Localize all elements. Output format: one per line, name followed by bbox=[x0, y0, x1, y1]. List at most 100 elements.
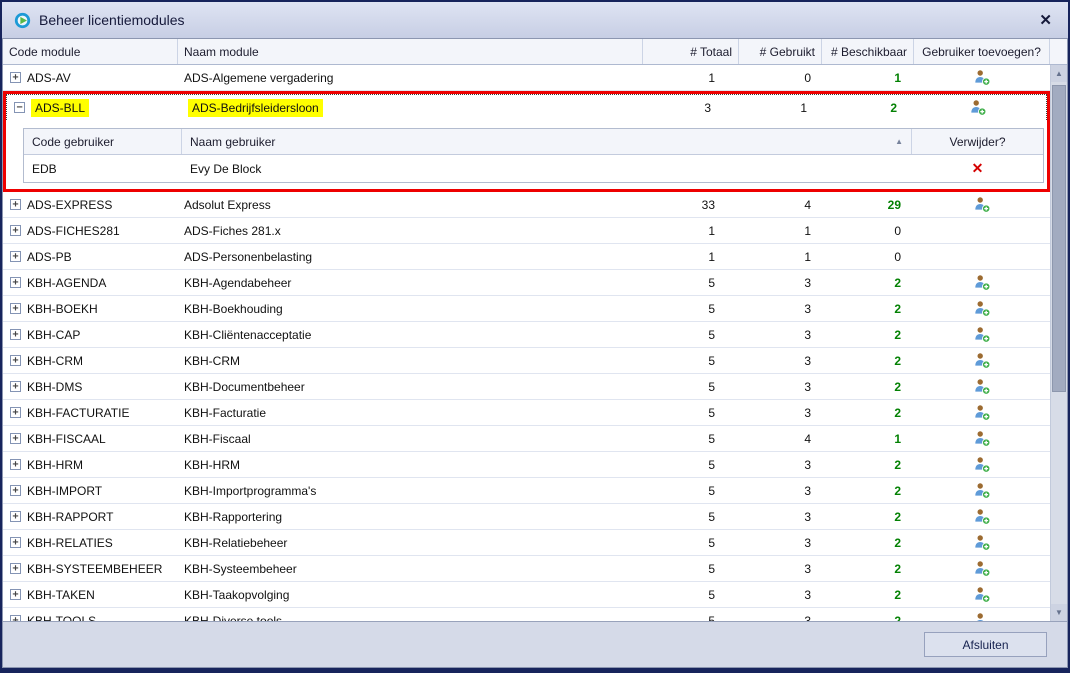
add-user-icon[interactable] bbox=[973, 456, 991, 473]
expand-toggle-icon[interactable]: + bbox=[10, 485, 21, 496]
expand-toggle-icon[interactable]: + bbox=[10, 511, 21, 522]
expand-toggle-icon[interactable]: + bbox=[10, 303, 21, 314]
column-header-code-gebruiker[interactable]: Code gebruiker bbox=[24, 129, 182, 154]
column-header-code-module[interactable]: Code module bbox=[3, 39, 178, 64]
table-row[interactable]: + KBH-BOEKH KBH-Boekhouding 5 3 2 bbox=[3, 296, 1050, 322]
table-row[interactable]: + ADS-AV ADS-Algemene vergadering 1 0 1 bbox=[3, 65, 1050, 91]
scrollbar-thumb[interactable] bbox=[1052, 85, 1066, 392]
expand-toggle-icon[interactable]: + bbox=[10, 563, 21, 574]
expand-toggle-icon[interactable]: + bbox=[10, 615, 21, 621]
column-header-naam-gebruiker[interactable]: Naam gebruiker ▲ bbox=[182, 129, 912, 154]
add-user-icon[interactable] bbox=[973, 196, 991, 213]
license-modules-grid: Code module Naam module # Totaal # Gebru… bbox=[3, 39, 1067, 621]
table-row[interactable]: + KBH-CRM KBH-CRM 5 3 2 bbox=[3, 348, 1050, 374]
add-user-icon[interactable] bbox=[969, 99, 987, 116]
app-logo-icon bbox=[14, 12, 31, 29]
cell-beschikbaar: 2 bbox=[822, 452, 914, 477]
add-user-icon[interactable] bbox=[973, 326, 991, 343]
module-code: KBH-FISCAAL bbox=[27, 432, 106, 446]
cell-beschikbaar: 2 bbox=[822, 270, 914, 295]
expand-toggle-icon[interactable]: + bbox=[10, 589, 21, 600]
add-user-icon[interactable] bbox=[973, 430, 991, 447]
add-user-icon[interactable] bbox=[973, 612, 991, 621]
table-row[interactable]: + KBH-SYSTEEMBEHEER KBH-Systeembeheer 5 … bbox=[3, 556, 1050, 582]
expand-toggle-icon[interactable]: + bbox=[10, 407, 21, 418]
scroll-up-icon[interactable]: ▲ bbox=[1051, 65, 1067, 82]
table-row[interactable]: + ADS-PB ADS-Personenbelasting 1 1 0 bbox=[3, 244, 1050, 270]
afsluiten-button[interactable]: Afsluiten bbox=[924, 632, 1047, 657]
expand-toggle-icon[interactable]: + bbox=[10, 381, 21, 392]
column-header-beschikbaar[interactable]: # Beschikbaar bbox=[822, 39, 914, 64]
expand-toggle-icon[interactable]: + bbox=[10, 251, 21, 262]
table-row[interactable]: + KBH-RAPPORT KBH-Rapportering 5 3 2 bbox=[3, 504, 1050, 530]
cell-beschikbaar: 2 bbox=[822, 296, 914, 321]
table-row[interactable]: + KBH-AGENDA KBH-Agendabeheer 5 3 2 bbox=[3, 270, 1050, 296]
table-row[interactable]: + KBH-HRM KBH-HRM 5 3 2 bbox=[3, 452, 1050, 478]
expand-toggle-icon[interactable]: + bbox=[10, 459, 21, 470]
add-user-icon[interactable] bbox=[973, 378, 991, 395]
user-row[interactable]: EDB Evy De Block ✕ bbox=[24, 155, 1043, 182]
cell-gebruikt: 4 bbox=[739, 426, 822, 451]
add-user-icon[interactable] bbox=[973, 69, 991, 86]
expand-toggle-icon[interactable]: + bbox=[10, 355, 21, 366]
expand-toggle-icon[interactable]: + bbox=[10, 537, 21, 548]
title-bar[interactable]: Beheer licentiemodules ✕ bbox=[2, 2, 1068, 38]
column-header-gebruiker-toevoegen[interactable]: Gebruiker toevoegen? bbox=[914, 39, 1050, 64]
expand-toggle-icon[interactable]: + bbox=[10, 329, 21, 340]
expand-toggle-icon[interactable]: + bbox=[10, 72, 21, 83]
cell-totaal: 5 bbox=[643, 530, 739, 555]
footer-bar: Afsluiten bbox=[3, 621, 1067, 667]
add-user-icon[interactable] bbox=[973, 274, 991, 291]
module-code: KBH-BOEKH bbox=[27, 302, 98, 316]
expand-toggle-icon[interactable]: + bbox=[10, 199, 21, 210]
table-row[interactable]: + KBH-TOOLS KBH-Diverse tools 5 3 2 bbox=[3, 608, 1050, 621]
add-user-icon[interactable] bbox=[973, 586, 991, 603]
module-code: ADS-AV bbox=[27, 71, 71, 85]
module-code: ADS-FICHES281 bbox=[27, 224, 120, 238]
table-row[interactable]: + KBH-FISCAAL KBH-Fiscaal 5 4 1 bbox=[3, 426, 1050, 452]
add-user-icon[interactable] bbox=[973, 352, 991, 369]
table-row[interactable]: + KBH-IMPORT KBH-Importprogramma's 5 3 2 bbox=[3, 478, 1050, 504]
cell-gebruikt: 3 bbox=[739, 556, 822, 581]
table-row[interactable]: + ADS-FICHES281 ADS-Fiches 281.x 1 1 0 bbox=[3, 218, 1050, 244]
column-header-totaal[interactable]: # Totaal bbox=[643, 39, 739, 64]
expand-toggle-icon[interactable]: + bbox=[10, 277, 21, 288]
table-row[interactable]: + KBH-TAKEN KBH-Taakopvolging 5 3 2 bbox=[3, 582, 1050, 608]
table-row[interactable]: + KBH-DMS KBH-Documentbeheer 5 3 2 bbox=[3, 374, 1050, 400]
cell-gebruikt: 1 bbox=[739, 244, 822, 269]
delete-user-icon[interactable]: ✕ bbox=[972, 160, 984, 177]
expand-toggle-icon[interactable]: + bbox=[10, 433, 21, 444]
add-user-icon[interactable] bbox=[973, 404, 991, 421]
expand-toggle-icon[interactable]: + bbox=[10, 225, 21, 236]
add-user-icon[interactable] bbox=[973, 300, 991, 317]
table-row[interactable]: − ADS-BLL ADS-Bedrijfsleidersloon 3 1 2 bbox=[6, 94, 1047, 120]
expand-toggle-icon[interactable]: − bbox=[14, 102, 25, 113]
add-user-icon[interactable] bbox=[973, 560, 991, 577]
module-code: KBH-CRM bbox=[27, 354, 83, 368]
cell-beschikbaar: 2 bbox=[822, 348, 914, 373]
module-code: KBH-TAKEN bbox=[27, 588, 95, 602]
vertical-scrollbar[interactable]: ▲ ▼ bbox=[1050, 65, 1067, 621]
table-row[interactable]: + KBH-CAP KBH-Cliëntenacceptatie 5 3 2 bbox=[3, 322, 1050, 348]
add-user-icon[interactable] bbox=[973, 534, 991, 551]
add-user-icon[interactable] bbox=[973, 508, 991, 525]
cell-gebruikt: 3 bbox=[739, 478, 822, 503]
column-header-verwijder[interactable]: Verwijder? bbox=[912, 129, 1043, 154]
add-user-icon[interactable] bbox=[973, 482, 991, 499]
scroll-down-icon[interactable]: ▼ bbox=[1051, 604, 1067, 621]
column-header-naam-module[interactable]: Naam module bbox=[178, 39, 643, 64]
column-header-stub bbox=[1050, 39, 1067, 64]
close-icon[interactable]: ✕ bbox=[1035, 13, 1056, 28]
cell-beschikbaar: 2 bbox=[822, 556, 914, 581]
cell-beschikbaar: 1 bbox=[822, 65, 914, 90]
table-row[interactable]: + KBH-FACTURATIE KBH-Facturatie 5 3 2 bbox=[3, 400, 1050, 426]
table-row[interactable]: + KBH-RELATIES KBH-Relatiebeheer 5 3 2 bbox=[3, 530, 1050, 556]
module-code: ADS-PB bbox=[27, 250, 72, 264]
module-code: ADS-EXPRESS bbox=[27, 198, 112, 212]
cell-beschikbaar: 0 bbox=[822, 218, 914, 243]
module-rows: + ADS-AV ADS-Algemene vergadering 1 0 1 … bbox=[3, 65, 1050, 621]
cell-gebruikt: 3 bbox=[739, 608, 822, 621]
column-header-gebruikt[interactable]: # Gebruikt bbox=[739, 39, 822, 64]
table-row[interactable]: + ADS-EXPRESS Adsolut Express 33 4 29 bbox=[3, 192, 1050, 218]
module-name: KBH-CRM bbox=[184, 354, 240, 368]
